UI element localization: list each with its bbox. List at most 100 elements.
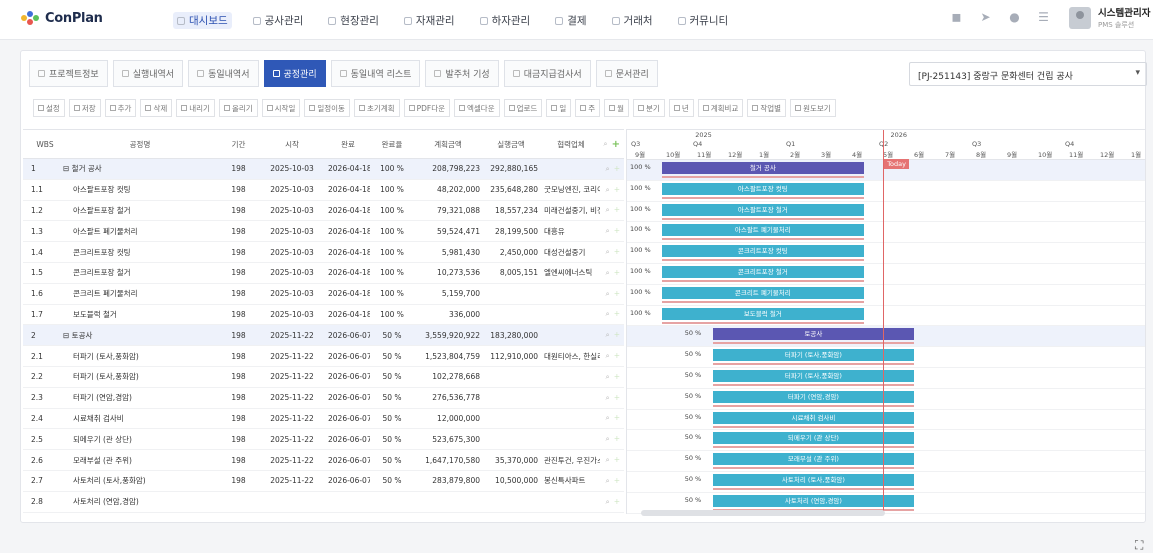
toolbar-button[interactable]: 추가 [104,99,137,117]
table-row[interactable]: 2.3 터파기 (연암,경암) 198 2025-11-22 2026-06-07 50 … [23,388,624,409]
avatar[interactable] [1069,7,1091,29]
toolbar-button[interactable]: 올리기 [218,99,258,117]
search-icon[interactable]: ⌕ [606,268,610,278]
table-row[interactable]: 1.7 보도블럭 철거 198 2025-10-03 2026-04-18 100 % 33… [23,305,624,326]
add-icon[interactable]: + [614,413,620,423]
nav-vendor[interactable]: 거래처 [608,12,657,29]
nav-payment[interactable]: 결제 [551,12,590,29]
add-icon[interactable]: + [612,139,620,150]
add-icon[interactable]: + [614,476,620,486]
table-row[interactable]: 1.1 아스팔트포장 컷팅 198 2025-10-03 2026-04-18 100 %… [23,180,624,201]
toolbar-button[interactable]: 엑셀다운 [454,99,500,117]
toolbar-button[interactable]: 업로드 [503,99,543,117]
search-icon[interactable]: ⌕ [603,139,607,150]
search-icon[interactable]: ⌕ [606,164,610,174]
table-row[interactable]: 2 ⊟ 토공사 198 2025-11-22 2026-06-07 50 % 3,559,9… [23,325,624,347]
add-icon[interactable]: + [614,455,620,465]
add-icon[interactable]: + [614,434,620,444]
gantt-bar[interactable]: 아스팔트포장 컷팅 [662,182,864,195]
search-icon[interactable]: ⌕ [606,372,610,382]
toolbar-button[interactable]: 계획비교 [697,99,744,117]
table-row[interactable]: 2.7 사토처리 (토사,풍화암) 198 2025-11-22 2026-06-07 5… [23,471,624,492]
add-icon[interactable]: + [614,309,620,319]
send-icon[interactable]: ➤ [979,11,992,24]
search-icon[interactable]: ⌕ [606,226,610,236]
gantt-bar[interactable]: 보도블럭 철거 [662,307,864,320]
toolbar-button[interactable]: 시작일 [261,99,301,117]
toolbar-button[interactable]: 월 [604,99,630,117]
table-row[interactable]: 1.4 콘크리트포장 컷팅 198 2025-10-03 2026-04-18 100 %… [23,242,624,263]
table-row[interactable]: 1.6 콘크리트 폐기물처리 198 2025-10-03 2026-04-18 100 … [23,284,624,305]
add-icon[interactable]: + [614,164,620,174]
search-icon[interactable]: ⌕ [606,434,610,444]
col-name[interactable]: 공정명 [61,139,219,150]
search-icon[interactable]: ⌕ [606,497,610,507]
table-row[interactable]: 1.5 콘크리트포장 철거 198 2025-10-03 2026-04-18 100 %… [23,263,624,284]
search-icon[interactable]: ⌕ [606,205,610,215]
toolbar-button[interactable]: 저장 [68,99,101,117]
gantt-bar[interactable]: 콘크리트 폐기물처리 [662,286,864,299]
add-icon[interactable]: + [614,205,620,215]
toolbar-button[interactable]: 년 [668,99,694,117]
collapse-icon[interactable]: ⊟ [63,164,72,173]
search-icon[interactable]: ⌕ [606,330,610,340]
table-row[interactable]: 2.6 모래부설 (관 주위) 198 2025-11-22 2026-06-07 50 … [23,450,624,471]
gantt-bar[interactable]: 콘크리트포장 철거 [662,266,864,278]
search-icon[interactable]: ⌕ [606,393,610,403]
tab-same-detail[interactable]: 동일내역서 [188,60,259,87]
tab-documents[interactable]: 문서관리 [595,60,658,87]
search-icon[interactable]: ⌕ [606,289,610,299]
tab-client-progress[interactable]: 발주처 기성 [425,60,499,87]
nav-defect[interactable]: 하자관리 [476,12,535,29]
tab-project-info[interactable]: 프로젝트정보 [29,60,108,87]
tab-same-list[interactable]: 동일내역 리스트 [330,60,421,87]
table-row[interactable]: 1.2 아스팔트포장 철거 198 2025-10-03 2026-04-18 100 %… [23,201,624,222]
toolbar-button[interactable]: 원도보기 [790,99,836,117]
add-icon[interactable]: + [614,497,620,507]
col-company[interactable]: 협력업체 [540,139,600,150]
add-icon[interactable]: + [614,330,620,340]
table-row[interactable]: 1 ⊟ 철거 공사 198 2025-10-03 2026-04-18 100 % 208,… [23,159,624,180]
search-icon[interactable]: ⌕ [606,247,610,257]
table-row[interactable]: 2.2 터파기 (토사,풍화암) 198 2025-11-22 2026-06-07 50… [23,367,624,388]
tab-schedule[interactable]: 공정관리 [263,60,326,87]
table-row[interactable]: 2.8 사토처리 (연암,경암) ⌕ + [23,492,624,513]
search-icon[interactable]: ⌕ [606,455,610,465]
col-start[interactable]: 시작 [258,139,326,150]
nav-dashboard[interactable]: 대시보드 [173,12,232,29]
add-icon[interactable]: + [614,247,620,257]
tab-payment-check[interactable]: 대금지급검사서 [503,60,591,87]
nav-site[interactable]: 현장관리 [324,12,383,29]
add-icon[interactable]: + [614,226,620,236]
add-icon[interactable]: + [614,393,620,403]
search-icon[interactable]: ⌕ [606,476,610,486]
nav-material[interactable]: 자재관리 [400,12,459,29]
col-plan-amount[interactable]: 계획금액 [414,139,482,150]
fullscreen-icon[interactable]: ⛶ [1135,538,1143,553]
toolbar-button[interactable]: 설정 [33,99,65,117]
project-select[interactable]: [PJ-251143] 중랑구 문화센터 건립 공사 [909,62,1147,86]
col-wbs[interactable]: WBS [23,140,61,149]
add-icon[interactable]: + [614,351,620,361]
gantt-bar[interactable]: 철거 공사 [662,162,864,174]
search-icon[interactable]: ⌕ [606,413,610,423]
col-progress[interactable]: 완료율 [370,139,414,150]
gantt-bar[interactable]: 콘크리트포장 컷팅 [662,245,864,258]
toolbar-button[interactable]: 일 [546,99,572,117]
toolbar-button[interactable]: 분기 [633,99,665,117]
horizontal-scrollbar[interactable] [641,510,885,516]
gantt-bar[interactable]: 아스팔트포장 철거 [662,203,864,216]
toolbar-button[interactable]: 작업별 [747,99,787,117]
add-icon[interactable]: + [614,268,620,278]
col-end[interactable]: 완료 [326,139,370,150]
col-duration[interactable]: 기간 [219,139,258,150]
toolbar-button[interactable]: 삭제 [140,99,173,117]
search-icon[interactable]: ⌕ [606,185,610,195]
search-icon[interactable]: ⌕ [606,351,610,361]
add-icon[interactable]: + [614,372,620,382]
search-icon[interactable]: ⌕ [606,309,610,319]
table-row[interactable]: 2.1 터파기 (토사,풍화암) 198 2025-11-22 2026-06-07 50… [23,346,624,367]
toolbar-button[interactable]: 일정이동 [304,99,350,117]
logo[interactable]: ConPlan [21,11,103,26]
collapse-icon[interactable]: ⊟ [63,331,72,340]
